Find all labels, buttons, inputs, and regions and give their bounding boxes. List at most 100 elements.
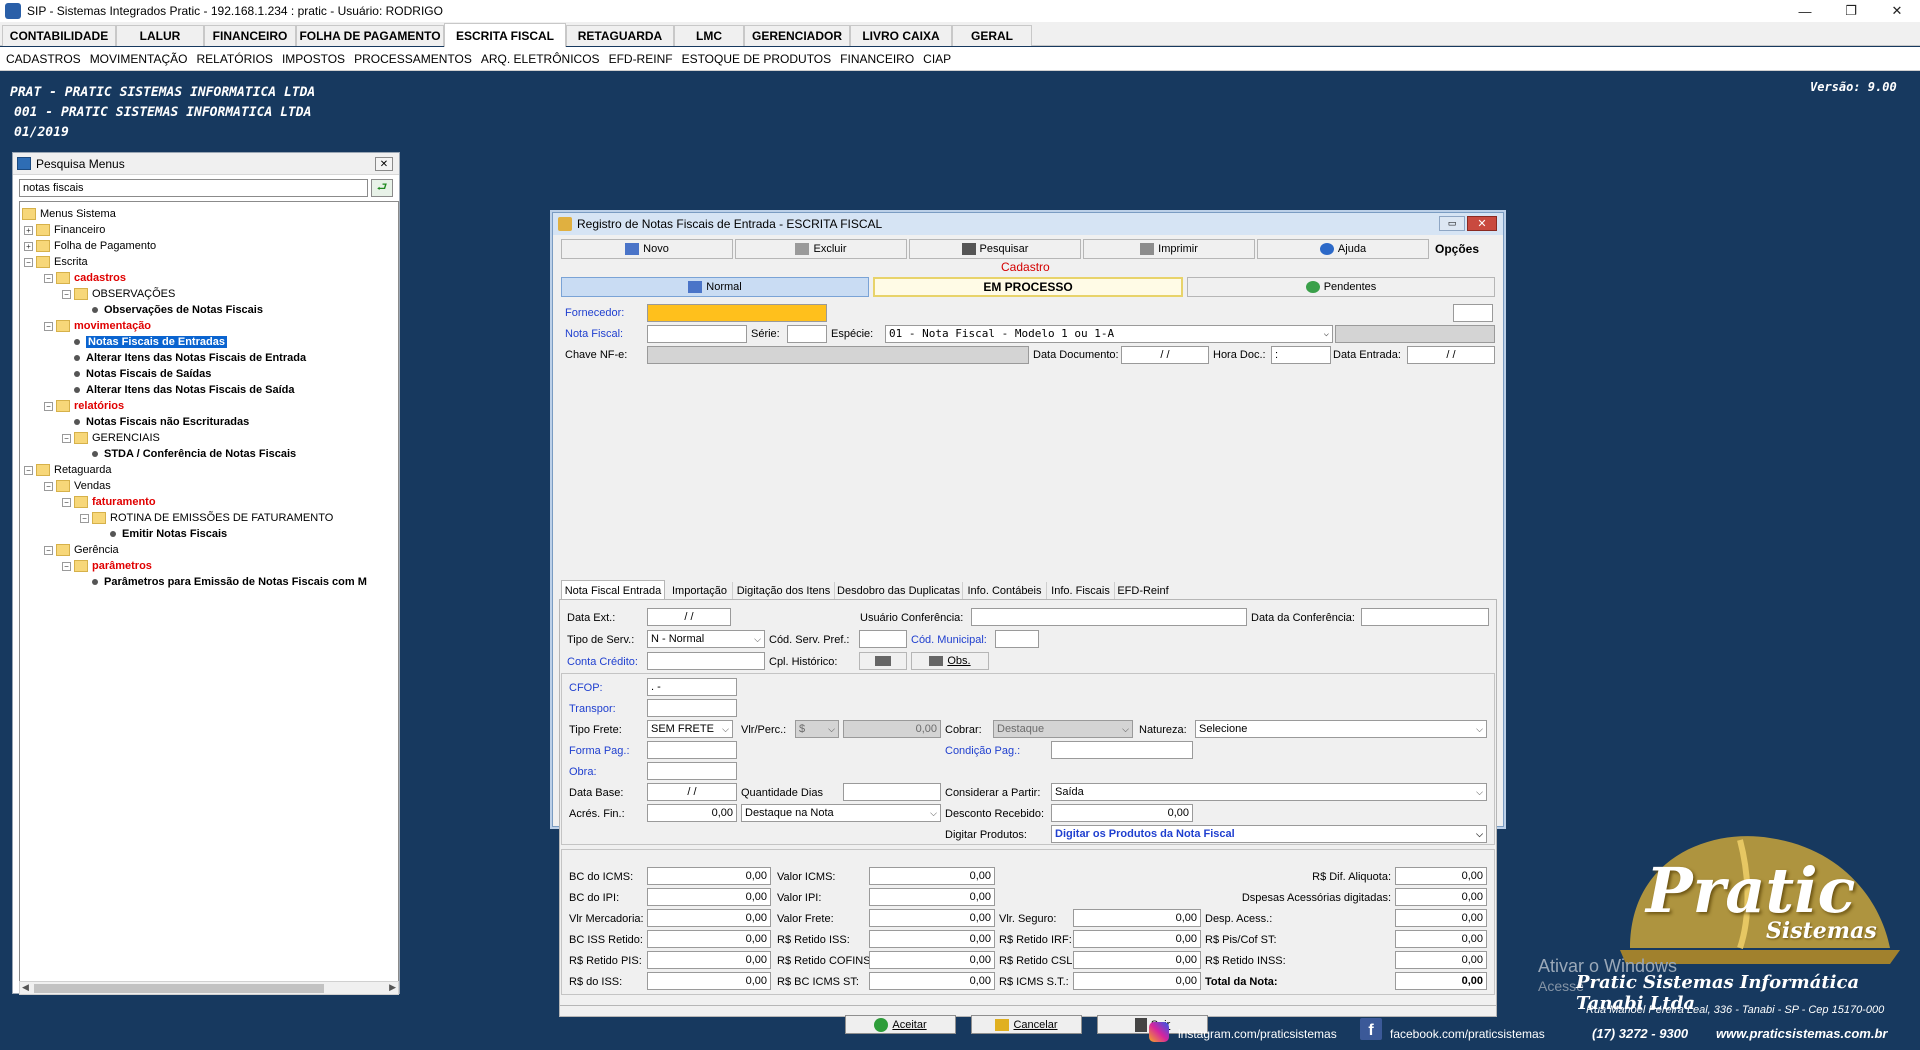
data-base-field[interactable]: / /: [647, 783, 737, 801]
especie-select[interactable]: 01 - Nota Fiscal - Modelo 1 ou 1-A ⌵: [885, 325, 1333, 343]
maximize-button[interactable]: ❐: [1828, 0, 1874, 22]
tipo-serv-select[interactable]: N - Normal ⌵: [647, 630, 765, 648]
data-entrada-field[interactable]: / /: [1407, 346, 1495, 364]
excluir-button[interactable]: Excluir: [735, 239, 907, 259]
collapse-icon[interactable]: −: [62, 562, 71, 571]
fornecedor-field[interactable]: [647, 304, 827, 322]
opcoes-menu[interactable]: Opções: [1435, 242, 1479, 256]
submenu-impostos[interactable]: IMPOSTOS: [282, 52, 345, 66]
tree-leaf[interactable]: Parâmetros para Emissão de Notas Fiscais…: [88, 574, 367, 590]
tree-node[interactable]: Gerência: [56, 542, 119, 558]
despesas-acessorias-field[interactable]: 0,00: [1395, 888, 1487, 906]
collapse-icon[interactable]: −: [62, 290, 71, 299]
menu-search-input[interactable]: notas fiscais: [19, 179, 368, 197]
forma-pag-field[interactable]: [647, 741, 737, 759]
submenu-arq-eletronicos[interactable]: ARQ. ELETRÔNICOS: [481, 52, 600, 66]
subtab-info-fiscais[interactable]: Info. Fiscais: [1047, 582, 1115, 600]
fornecedor-extra-field[interactable]: [1453, 304, 1493, 322]
retido-iss-field[interactable]: 0,00: [869, 930, 995, 948]
vlr-mercadoria-field[interactable]: 0,00: [647, 909, 771, 927]
scroll-thumb[interactable]: [34, 984, 324, 993]
serie-field[interactable]: [787, 325, 827, 343]
submenu-financeiro[interactable]: FINANCEIRO: [840, 52, 914, 66]
scroll-right-icon[interactable]: ▶: [389, 982, 396, 993]
horizontal-scrollbar[interactable]: ◀ ▶: [19, 981, 399, 995]
tree-leaf-selected[interactable]: Notas Fiscais de Entradas: [70, 334, 227, 350]
pesquisar-button[interactable]: Pesquisar: [909, 239, 1081, 259]
close-icon[interactable]: ✕: [375, 157, 393, 171]
expand-icon[interactable]: +: [24, 242, 33, 251]
status-tab-em-processo[interactable]: EM PROCESSO: [873, 277, 1183, 297]
tab-livro-caixa[interactable]: LIVRO CAIXA: [850, 25, 952, 46]
digitar-produtos-select[interactable]: Digitar os Produtos da Nota Fiscal ⌵: [1051, 825, 1487, 843]
subtab-efd-reinf[interactable]: EFD-Reinf: [1115, 582, 1171, 600]
tab-folha-de-pagamento[interactable]: FOLHA DE PAGAMENTO: [296, 25, 444, 46]
tree-node[interactable]: parâmetros: [74, 558, 152, 574]
rs-iss-field[interactable]: 0,00: [647, 972, 771, 990]
acres-fin-tipo-select[interactable]: Destaque na Nota ⌵: [741, 804, 941, 822]
subtab-desdobro-das-duplicatas[interactable]: Desdobro das Duplicatas: [835, 582, 963, 600]
tree-node[interactable]: Menus Sistema: [22, 206, 116, 222]
submenu-relatorios[interactable]: RELATÓRIOS: [196, 52, 272, 66]
tab-contabilidade[interactable]: CONTABILIDADE: [2, 25, 116, 46]
status-tab-pendentes[interactable]: Pendentes: [1187, 277, 1495, 297]
desp-acess-field[interactable]: 0,00: [1395, 909, 1487, 927]
scroll-left-icon[interactable]: ◀: [22, 982, 29, 993]
tree-leaf[interactable]: STDA / Conferência de Notas Fiscais: [88, 446, 296, 462]
collapse-icon[interactable]: −: [44, 546, 53, 555]
close-button[interactable]: ✕: [1874, 0, 1920, 22]
facebook-link[interactable]: facebook.com/praticsistemas: [1390, 1027, 1545, 1041]
submenu-processamentos[interactable]: PROCESSAMENTOS: [354, 52, 472, 66]
collapse-icon[interactable]: −: [44, 402, 53, 411]
subtab-importacao[interactable]: Importação: [667, 582, 733, 600]
subtab-info-contabeis[interactable]: Info. Contábeis: [963, 582, 1047, 600]
valor-ipi-field[interactable]: 0,00: [869, 888, 995, 906]
cfop-field[interactable]: . -: [647, 678, 737, 696]
tab-gerenciador[interactable]: GERENCIADOR: [744, 25, 850, 46]
minimize-button[interactable]: —: [1782, 0, 1828, 22]
tipo-frete-select[interactable]: SEM FRETE ⌵: [647, 720, 733, 738]
usuario-conferencia-field[interactable]: [971, 608, 1247, 626]
dialog-close-button[interactable]: ✕: [1467, 216, 1497, 231]
submenu-ciap[interactable]: CIAP: [923, 52, 951, 66]
rs-bc-icms-st-field[interactable]: 0,00: [869, 972, 995, 990]
acres-fin-field[interactable]: 0,00: [647, 804, 737, 822]
cancelar-button[interactable]: Cancelar: [971, 1015, 1082, 1034]
nota-fiscal-field[interactable]: [647, 325, 747, 343]
tree-node[interactable]: relatórios: [56, 398, 124, 414]
expand-icon[interactable]: +: [24, 226, 33, 235]
tree-node[interactable]: Folha de Pagamento: [36, 238, 156, 254]
tree-node[interactable]: Retaguarda: [36, 462, 112, 478]
obra-field[interactable]: [647, 762, 737, 780]
tab-geral[interactable]: GERAL: [952, 25, 1032, 46]
retido-inss-field[interactable]: 0,00: [1395, 951, 1487, 969]
cod-serv-pref-field[interactable]: [859, 630, 907, 648]
tree-node[interactable]: ROTINA DE EMISSÕES DE FATURAMENTO: [92, 510, 333, 526]
submenu-movimentacao[interactable]: MOVIMENTAÇÃO: [90, 52, 188, 66]
subtab-nota-fiscal-entrada[interactable]: Nota Fiscal Entrada: [561, 580, 665, 600]
tree-leaf[interactable]: Emitir Notas Fiscais: [106, 526, 227, 542]
obs-button[interactable]: Obs.: [911, 652, 989, 670]
restore-icon[interactable]: ▭: [1439, 216, 1465, 231]
collapse-icon[interactable]: −: [80, 514, 89, 523]
bc-ipi-field[interactable]: 0,00: [647, 888, 771, 906]
tab-retaguarda[interactable]: RETAGUARDA: [566, 25, 674, 46]
submenu-cadastros[interactable]: CADASTROS: [6, 52, 81, 66]
tab-lalur[interactable]: LALUR: [116, 25, 204, 46]
aceitar-button[interactable]: Aceitar: [845, 1015, 956, 1034]
pis-cof-st-field[interactable]: 0,00: [1395, 930, 1487, 948]
tree-node[interactable]: faturamento: [74, 494, 156, 510]
tree-leaf[interactable]: Alterar Itens das Notas Fiscais de Entra…: [70, 350, 306, 366]
submenu-estoque-de-produtos[interactable]: ESTOQUE DE PRODUTOS: [682, 52, 832, 66]
dif-aliquota-field[interactable]: 0,00: [1395, 867, 1487, 885]
conta-credito-field[interactable]: [647, 652, 765, 670]
instagram-link[interactable]: instagram.com/praticsistemas: [1178, 1027, 1337, 1041]
retido-irf-field[interactable]: 0,00: [1073, 930, 1201, 948]
hora-doc-field[interactable]: :: [1271, 346, 1331, 364]
tree-leaf[interactable]: Notas Fiscais de Saídas: [70, 366, 211, 382]
data-documento-field[interactable]: / /: [1121, 346, 1209, 364]
collapse-icon[interactable]: −: [24, 258, 33, 267]
collapse-icon[interactable]: −: [44, 482, 53, 491]
tree-node[interactable]: OBSERVAÇÕES: [74, 286, 175, 302]
retido-cofins-field[interactable]: 0,00: [869, 951, 995, 969]
